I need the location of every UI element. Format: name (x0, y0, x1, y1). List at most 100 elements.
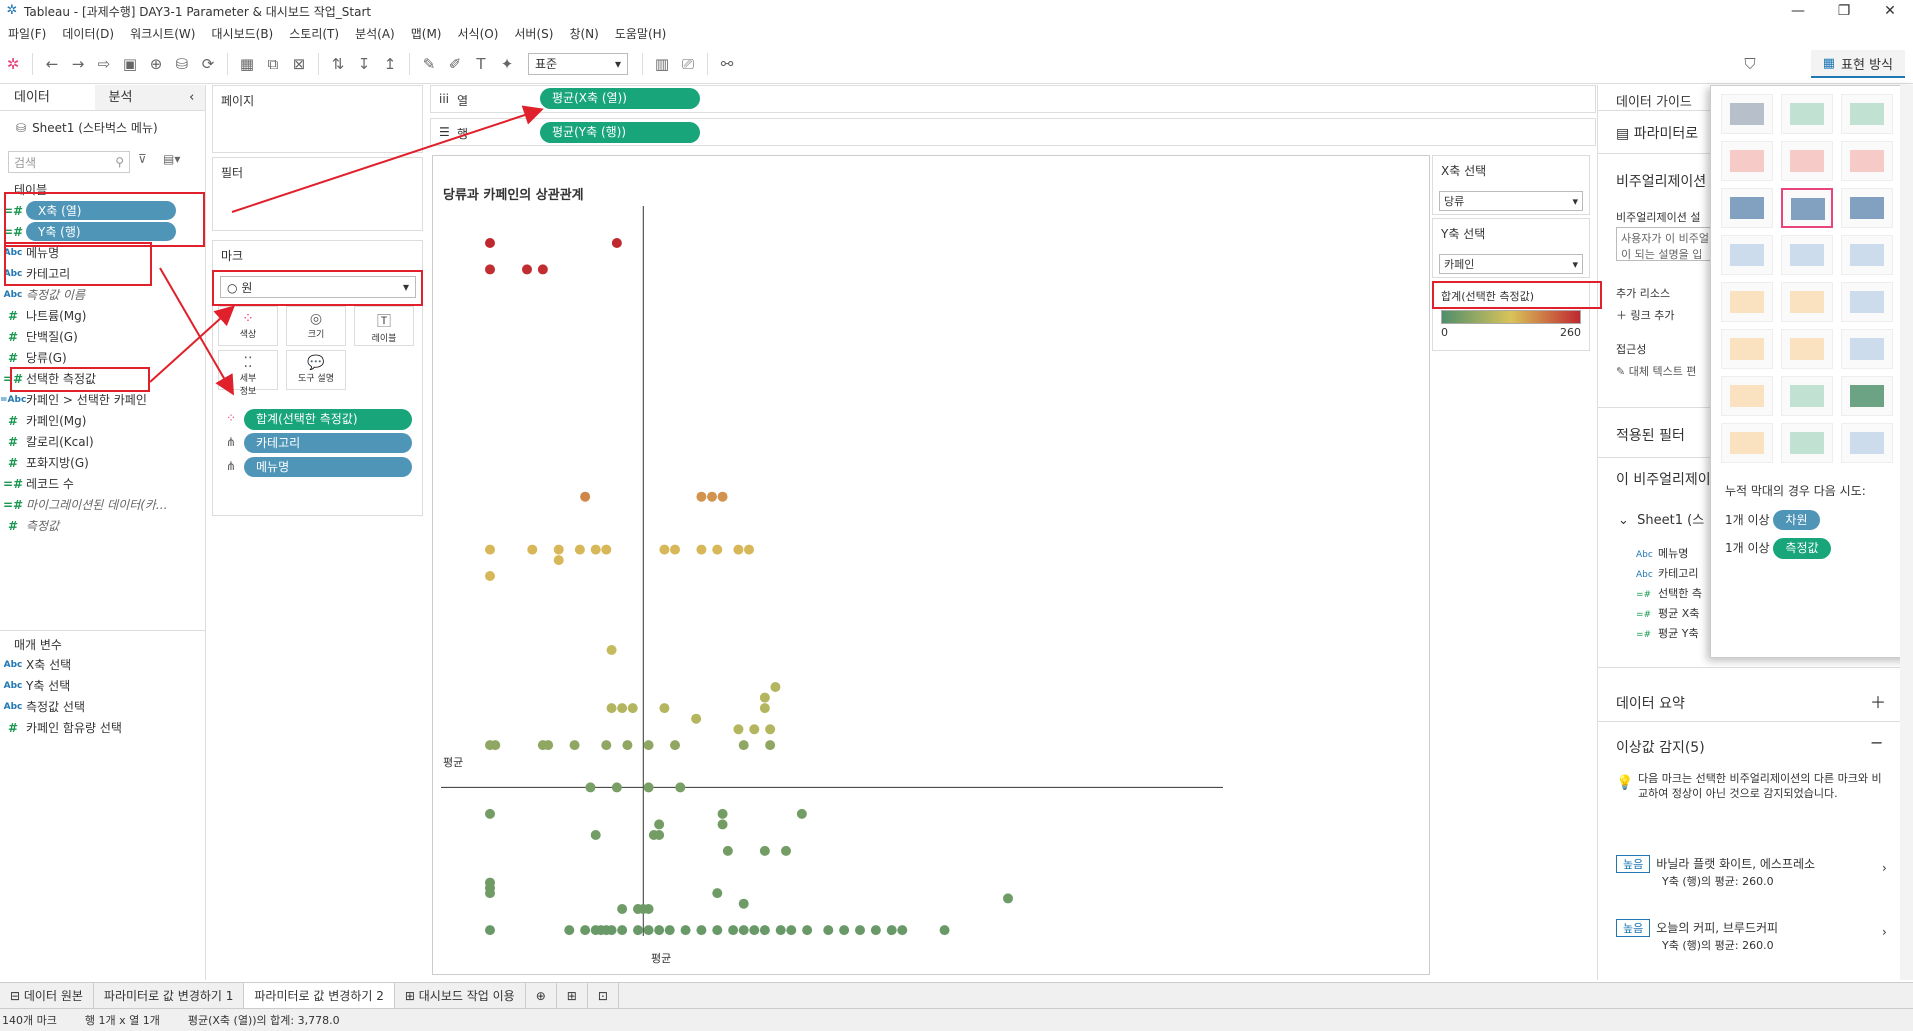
field-item[interactable]: # 측정값 (0, 515, 206, 536)
filters-shelf[interactable]: 필터 (212, 157, 423, 231)
chart-type-thumbnail[interactable] (1721, 329, 1773, 369)
scatter-point[interactable] (728, 925, 739, 936)
scatter-point[interactable] (633, 925, 643, 936)
scatter-point[interactable] (580, 925, 591, 936)
scatter-point[interactable] (617, 703, 628, 714)
scatter-point[interactable] (617, 904, 628, 914)
scatter-point[interactable] (485, 808, 495, 819)
scatter-point[interactable] (738, 898, 749, 909)
swap-icon[interactable]: ⇅ (325, 55, 351, 73)
sheet-item[interactable]: ⌄ Sheet1 (스 (1618, 509, 1704, 528)
scatter-point[interactable] (738, 925, 749, 936)
scatter-point[interactable] (839, 925, 850, 936)
chart-type-thumbnail[interactable] (1781, 94, 1833, 134)
scatter-point[interactable] (717, 808, 728, 819)
chart-type-thumbnail[interactable] (1781, 423, 1833, 463)
menu-format[interactable]: 서식(O) (450, 25, 507, 42)
showme-button[interactable]: ▦ 표현 방식 (1810, 50, 1905, 78)
scatter-point[interactable] (870, 925, 881, 936)
scatter-point[interactable] (606, 645, 617, 655)
field-item[interactable]: =# 마이그레이션된 데이터(카... (0, 494, 206, 515)
chart-type-thumbnail[interactable] (1721, 282, 1773, 322)
collapse-icon[interactable]: − (1870, 733, 1883, 752)
scatter-point[interactable] (643, 782, 654, 793)
color-button[interactable]: ⁘ 색상 (218, 306, 278, 346)
field-item[interactable]: =# 레코드 수 (0, 473, 206, 494)
scatter-point[interactable] (770, 682, 781, 692)
tab-sheet2[interactable]: 파라미터로 값 변경하기 2 (244, 982, 395, 1009)
scatter-point[interactable] (553, 544, 564, 555)
scatter-point[interactable] (522, 264, 532, 275)
pin-icon[interactable]: ✦ (494, 55, 520, 73)
scatter-point[interactable] (765, 740, 776, 751)
scatter-point[interactable] (691, 713, 702, 724)
new-dashboard-tab-icon[interactable]: ⊞ (557, 982, 588, 1009)
menu-worksheet[interactable]: 워크시트(W) (122, 25, 203, 42)
field-item[interactable]: # 단백질(G) (0, 326, 206, 347)
scrollbar[interactable] (1900, 85, 1913, 980)
outliers-header[interactable]: 이상값 감지(5) (1616, 737, 1705, 757)
scatter-point[interactable] (738, 740, 749, 751)
field-item[interactable]: # 포화지방(G) (0, 452, 206, 473)
chart-type-thumbnail[interactable] (1721, 141, 1773, 181)
scatter-point[interactable] (796, 808, 807, 819)
param-item[interactable]: Abc Y축 선택 (0, 675, 206, 696)
tooltip-button[interactable]: 💬 도구 설명 (286, 350, 346, 390)
chart-type-thumbnail[interactable] (1841, 376, 1893, 416)
y-param-select[interactable]: 카페인 ▾ (1439, 254, 1583, 274)
scatter-point[interactable] (643, 925, 654, 936)
scatter-point[interactable] (569, 740, 580, 751)
labels-icon[interactable]: T (468, 55, 494, 73)
datasource-item[interactable]: ⛁ Sheet1 (스타벅스 메뉴) (16, 117, 206, 138)
chart-type-thumbnail[interactable] (1721, 188, 1773, 228)
undo-icon[interactable]: ← (39, 55, 65, 73)
scatter-point[interactable] (580, 491, 591, 502)
chart-type-thumbnail[interactable] (1841, 423, 1893, 463)
chart-type-thumbnail[interactable] (1841, 235, 1893, 275)
new-datasource-icon[interactable]: ⊕ (143, 55, 169, 73)
scatter-point[interactable] (537, 264, 548, 275)
scatter-point[interactable] (712, 888, 723, 899)
pages-shelf[interactable]: 페이지 (212, 85, 423, 153)
scatter-point[interactable] (654, 819, 665, 830)
chart-type-thumbnail[interactable] (1781, 329, 1833, 369)
scatter-point[interactable] (749, 724, 760, 735)
scatter-point[interactable] (654, 830, 665, 840)
menu-map[interactable]: 맵(M) (403, 25, 450, 42)
attach-icon[interactable]: ✐ (442, 55, 468, 73)
scatter-point[interactable] (611, 238, 622, 248)
maximize-button[interactable]: ❐ (1821, 0, 1867, 22)
scatter-point[interactable] (717, 491, 728, 502)
new-worksheet-tab-icon[interactable]: ⊕ (526, 982, 557, 1009)
scatter-point[interactable] (759, 703, 770, 714)
scatter-point[interactable] (712, 925, 723, 936)
view-options-icon[interactable]: ▤▾ (163, 152, 180, 166)
replay-icon[interactable]: ⇨ (91, 55, 117, 73)
scatter-point[interactable] (759, 845, 770, 856)
chart-type-thumbnail[interactable] (1721, 235, 1773, 275)
guide-icon[interactable]: ⛉ (1737, 55, 1763, 73)
mark-pill-measure[interactable]: 합계(선택한 측정값) (244, 409, 412, 430)
scatter-point[interactable] (643, 740, 654, 751)
scatter-point[interactable] (485, 264, 495, 275)
scatter-point[interactable] (585, 782, 596, 793)
menu-help[interactable]: 도움말(H) (607, 25, 675, 42)
detail-button[interactable]: ⁚⁚ 세부 정보 (218, 350, 278, 397)
scatter-point[interactable] (670, 740, 680, 751)
clear-sheet-icon[interactable]: ⊠ (286, 55, 312, 73)
tab-dashboard[interactable]: ⊞ 대시보드 작업 이용 (395, 982, 526, 1009)
data-summary-header[interactable]: 데이터 요약 (1616, 693, 1685, 713)
scatter-point[interactable] (601, 544, 612, 555)
scatter-point[interactable] (939, 925, 950, 936)
tableau-home-icon[interactable]: ✲ (0, 55, 26, 73)
scatter-point[interactable] (765, 724, 776, 735)
scatter-point[interactable] (490, 740, 501, 751)
menu-story[interactable]: 스토리(T) (281, 25, 347, 42)
scatter-point[interactable] (670, 544, 680, 555)
scatter-point[interactable] (606, 925, 617, 936)
expand-icon[interactable]: ＋ (1870, 689, 1886, 713)
save-icon[interactable]: ▣ (117, 55, 143, 73)
scatter-point[interactable] (590, 830, 601, 840)
duplicate-icon[interactable]: ⧉ (260, 55, 286, 73)
scatter-point[interactable] (696, 544, 707, 555)
